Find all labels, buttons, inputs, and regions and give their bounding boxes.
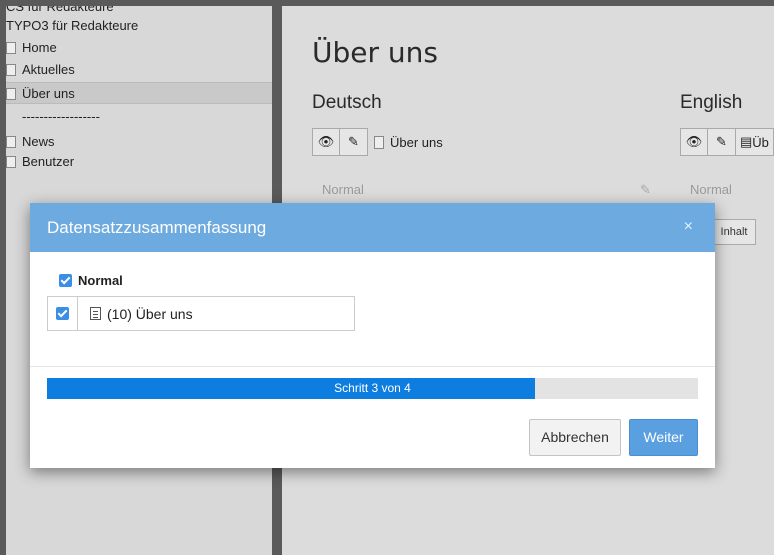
tree-root[interactable]: TYPO3 für Redakteure [6, 15, 138, 37]
next-button[interactable]: Weiter [629, 419, 698, 456]
page-icon [6, 64, 16, 76]
group-title: Normal [59, 273, 123, 288]
record-row: (10) Über uns [47, 296, 355, 331]
edit-icon[interactable]: ✎ [340, 128, 368, 156]
de-toolbar: 👁 ✎ Über uns [312, 128, 443, 156]
tree-item-ueber-uns[interactable]: Über uns [6, 82, 272, 104]
record-checkbox-cell [48, 297, 78, 330]
tree-item-home[interactable]: Home [6, 37, 57, 59]
content-button[interactable]: Inhalt [712, 219, 756, 245]
tree-item-news[interactable]: News [6, 131, 55, 153]
page-title: Über uns [312, 36, 438, 69]
folder-icon [6, 136, 16, 148]
page-icon [374, 135, 384, 149]
de-page-label: Über uns [374, 135, 443, 150]
lang-heading-en: English [680, 92, 743, 113]
modal-title: Datensatzzusammenfassung [47, 217, 267, 237]
record-checkbox[interactable] [56, 307, 69, 320]
tree-item-aktuelles[interactable]: Aktuelles [6, 59, 75, 81]
edit-icon[interactable]: ✎ [708, 128, 736, 156]
tree-item-benutzer[interactable]: Benutzer [6, 151, 74, 173]
cancel-button[interactable]: Abbrechen [529, 419, 621, 456]
separator-icon [6, 111, 16, 123]
page-icon [6, 42, 16, 54]
column-label-en: Normal [690, 182, 732, 197]
lang-heading-de: Deutsch [312, 92, 382, 113]
column-label-de: Normal [322, 182, 364, 197]
record-summary-modal: Datensatzzusammenfassung × Normal (10) Ü… [30, 203, 715, 468]
page-icon [6, 88, 16, 100]
close-icon[interactable]: × [684, 218, 693, 236]
tree-item-separator[interactable]: ------------------ [6, 106, 100, 128]
group-checkbox[interactable] [59, 274, 72, 287]
en-toolbar: 👁 ✎ ▤ Üb [680, 128, 774, 156]
column-edit-icon[interactable]: ✎ [640, 182, 651, 198]
progress-label: Schritt 3 von 4 [334, 381, 411, 395]
user-folder-icon [6, 156, 16, 168]
record-label: (10) Über uns [107, 305, 193, 322]
content-element-icon [90, 307, 101, 320]
view-icon[interactable]: 👁 [312, 128, 340, 156]
view-icon[interactable]: 👁 [680, 128, 708, 156]
en-page-label[interactable]: ▤ Üb [736, 128, 774, 156]
progress-bar: Schritt 3 von 4 [47, 378, 698, 399]
modal-header: Datensatzzusammenfassung × [30, 203, 715, 252]
translate-icon: ▤ [740, 134, 753, 149]
modal-divider [30, 366, 715, 367]
